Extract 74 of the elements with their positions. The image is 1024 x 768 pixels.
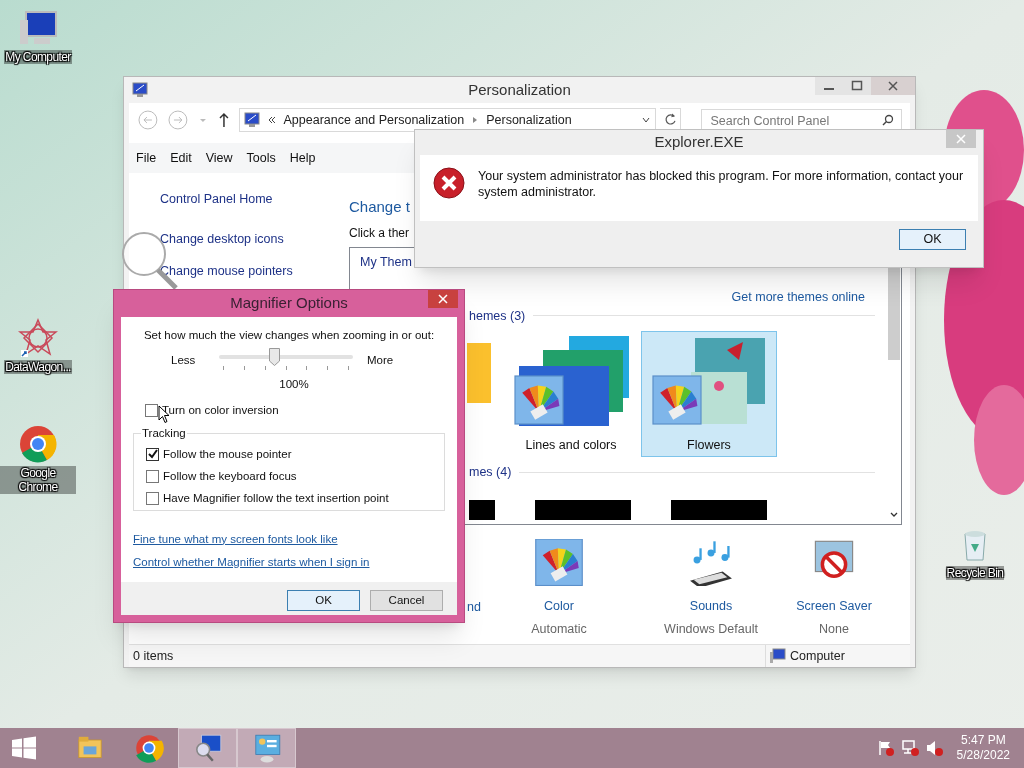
theme-thumbnail[interactable]: [469, 500, 495, 520]
theme-thumbnail[interactable]: [671, 500, 767, 520]
setting-link[interactable]: Sounds: [689, 596, 733, 616]
link[interactable]: Fine tune what my screen fonts look like: [133, 530, 338, 548]
slider-label: Less: [171, 353, 197, 369]
ok-button[interactable]: OK: [899, 229, 966, 250]
instructions-text: Click a ther: [349, 225, 410, 242]
sidebar-link[interactable]: Control Panel Home: [160, 190, 349, 209]
checkbox[interactable]: [146, 492, 159, 506]
checkbox[interactable]: [145, 403, 158, 417]
minimize-icon[interactable]: [815, 77, 843, 95]
menu-item[interactable]: File: [136, 148, 157, 168]
setting-value: Automatic: [531, 621, 587, 639]
maximize-icon[interactable]: [843, 77, 871, 95]
theme-tile[interactable]: Lines and colors: [503, 331, 639, 458]
menu-item[interactable]: Tools: [246, 148, 276, 168]
slider-label: More: [367, 353, 394, 369]
network-error-icon[interactable]: [900, 739, 919, 757]
start-icon[interactable]: [10, 736, 38, 760]
breadcrumb[interactable]: Appearance and Personalization: [283, 110, 465, 130]
taskbar-button[interactable]: [178, 728, 237, 768]
theme-tile[interactable]: Flowers: [641, 331, 777, 458]
breadcrumb[interactable]: Personalization: [486, 110, 572, 130]
dialog-button[interactable]: Cancel: [370, 590, 443, 611]
checkbox-label[interactable]: Follow the keyboard focus: [163, 468, 297, 486]
menu-item[interactable]: Help: [289, 148, 316, 168]
monitor-icon: [243, 112, 260, 128]
online-themes-link[interactable]: Get more themes online: [731, 287, 865, 307]
speaker-muted-icon[interactable]: [924, 739, 943, 757]
group-heading: My Them: [360, 254, 412, 271]
setting-value: None: [819, 621, 849, 639]
theme-label: Lines and colors: [525, 437, 617, 455]
setting-link[interactable]: Color: [544, 596, 574, 616]
checkbox-label[interactable]: Follow the mouse pointer: [163, 445, 292, 463]
theme-thumbnail[interactable]: [467, 343, 491, 404]
taskbar-button[interactable]: [237, 728, 296, 768]
group-heading: hemes (3): [469, 307, 526, 325]
status-text: 0 items: [133, 647, 174, 665]
checkbox[interactable]: [146, 470, 159, 484]
prompt-text: Set how much the view changes when zooming in or out:: [143, 328, 435, 343]
dialog-title: Explorer.EXE: [653, 132, 745, 153]
dialog-button[interactable]: OK: [287, 590, 360, 611]
checkbox-label[interactable]: Have Magnifier follow the text insertion point: [163, 490, 389, 508]
setting-link[interactable]: Screen Saver: [796, 596, 872, 616]
close-icon[interactable]: [871, 77, 915, 95]
menu-item[interactable]: Edit: [170, 148, 192, 168]
close-icon[interactable]: [428, 290, 458, 308]
search-icon[interactable]: [882, 114, 894, 126]
setting-value: Windows Default: [664, 621, 758, 639]
slider-thumb[interactable]: [268, 348, 280, 367]
datawagon-icon[interactable]: [18, 318, 58, 358]
setting-link[interactable]: nd: [467, 598, 481, 617]
error-message: Your system administrator has blocked this program. For more information, contact your system administrator.: [478, 168, 965, 200]
checkmark-icon: [147, 449, 158, 460]
zoom-percentage: 100%: [279, 377, 309, 393]
status-location: Computer: [790, 647, 845, 665]
color-icon[interactable]: [535, 539, 583, 586]
window-title: Personalization: [467, 79, 572, 100]
page-heading: Change t: [349, 197, 410, 217]
menu-item[interactable]: View: [205, 148, 233, 168]
link[interactable]: Control whether Magnifier starts when I sign in: [133, 554, 370, 572]
computer-icon: [770, 648, 786, 664]
monitor-icon: [132, 82, 148, 98]
sidebar-link[interactable]: Change desktop icons: [160, 229, 349, 249]
theme-label: Flowers: [687, 437, 731, 455]
clock-date: 5/28/2022: [956, 748, 1010, 763]
error-icon: [432, 166, 466, 200]
dialog-title: Magnifier Options: [229, 293, 349, 314]
clock-time: 5:47 PM: [960, 733, 1006, 748]
group-heading: mes (4): [469, 464, 512, 482]
flag-error-icon[interactable]: [876, 739, 895, 757]
checkbox[interactable]: [146, 447, 159, 461]
theme-thumbnail[interactable]: [535, 500, 631, 520]
chrome-icon[interactable]: [18, 424, 58, 464]
